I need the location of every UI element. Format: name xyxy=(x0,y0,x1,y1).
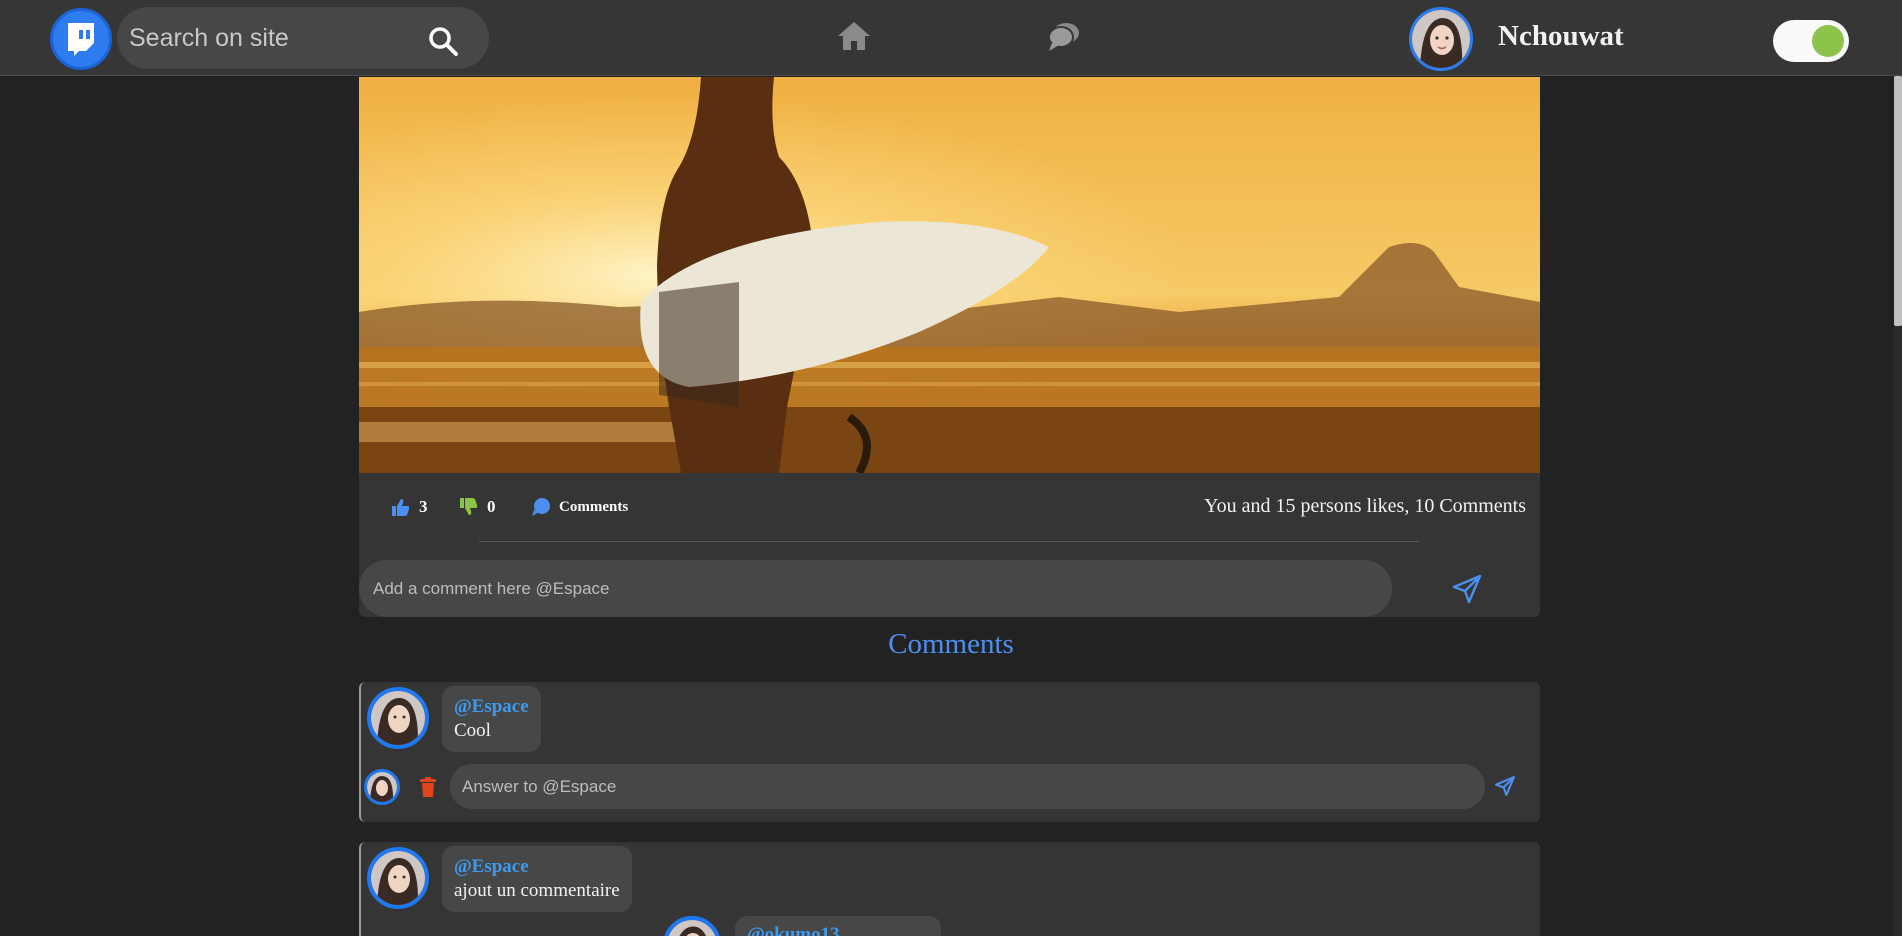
search-input[interactable] xyxy=(129,7,429,69)
reply-avatar[interactable] xyxy=(663,916,721,936)
reply-author[interactable]: @okumo13 xyxy=(747,924,929,936)
top-navbar: Nchouwat xyxy=(0,0,1902,76)
scrollbar-thumb[interactable] xyxy=(1894,76,1902,326)
scrollbar[interactable] xyxy=(1894,76,1902,936)
comment-box xyxy=(359,560,1392,617)
home-icon[interactable] xyxy=(836,18,872,54)
comment-icon xyxy=(532,498,550,516)
answer-box xyxy=(450,764,1485,809)
search-icon[interactable] xyxy=(427,25,459,57)
like-button[interactable]: 3 xyxy=(391,497,428,517)
avatar-image xyxy=(667,920,717,936)
twitch-logo-icon xyxy=(68,23,94,56)
post-stats: You and 15 persons likes, 10 Comments xyxy=(1204,495,1526,517)
comment-bubble: @Espace ajout un commentaire xyxy=(442,846,632,912)
thumbs-down-icon xyxy=(460,498,478,515)
send-icon[interactable] xyxy=(1451,573,1483,605)
comment-avatar[interactable] xyxy=(367,847,429,909)
avatar-image xyxy=(371,851,425,905)
comment-bubble: @Espace Cool xyxy=(442,686,541,752)
comment-card: @Espace Cool xyxy=(359,682,1540,822)
answer-input[interactable] xyxy=(462,764,1446,809)
theme-toggle[interactable] xyxy=(1773,20,1849,62)
comment-text: ajout un commentaire xyxy=(454,880,620,901)
dislike-count: 0 xyxy=(487,497,496,516)
thumbs-up-icon xyxy=(392,499,410,516)
comments-label: Comments xyxy=(559,498,629,515)
comment-text: Cool xyxy=(454,720,491,741)
surfer-sunset-image xyxy=(359,77,1540,473)
user-avatar[interactable] xyxy=(1409,7,1473,71)
comment-input[interactable] xyxy=(373,560,1363,617)
avatar-image xyxy=(367,772,397,802)
app-logo[interactable] xyxy=(50,8,112,70)
like-count: 3 xyxy=(419,497,428,516)
avatar-image xyxy=(371,691,425,745)
post-actions-card: 3 0 Comments You and 15 persons likes, 1… xyxy=(359,473,1540,617)
divider xyxy=(479,541,1419,542)
reply-bubble: @okumo13 xyxy=(735,916,941,936)
comment-author[interactable]: @Espace xyxy=(454,696,529,718)
chat-icon[interactable] xyxy=(1046,18,1082,54)
comment-author[interactable]: @Espace xyxy=(454,856,620,878)
search-bar xyxy=(117,7,489,69)
username[interactable]: Nchouwat xyxy=(1498,20,1624,53)
comments-heading: Comments xyxy=(888,628,1014,660)
dislike-button[interactable]: 0 xyxy=(459,497,496,517)
comments-button[interactable]: Comments xyxy=(531,497,628,517)
avatar-image xyxy=(1412,10,1470,68)
answer-avatar xyxy=(364,769,400,805)
toggle-knob xyxy=(1812,25,1844,57)
comment-card: @Espace ajout un commentaire @okumo13 xyxy=(359,842,1540,936)
send-answer-icon[interactable] xyxy=(1494,775,1516,797)
post-image xyxy=(359,77,1540,473)
comment-avatar[interactable] xyxy=(367,687,429,749)
trash-icon[interactable] xyxy=(419,777,437,797)
